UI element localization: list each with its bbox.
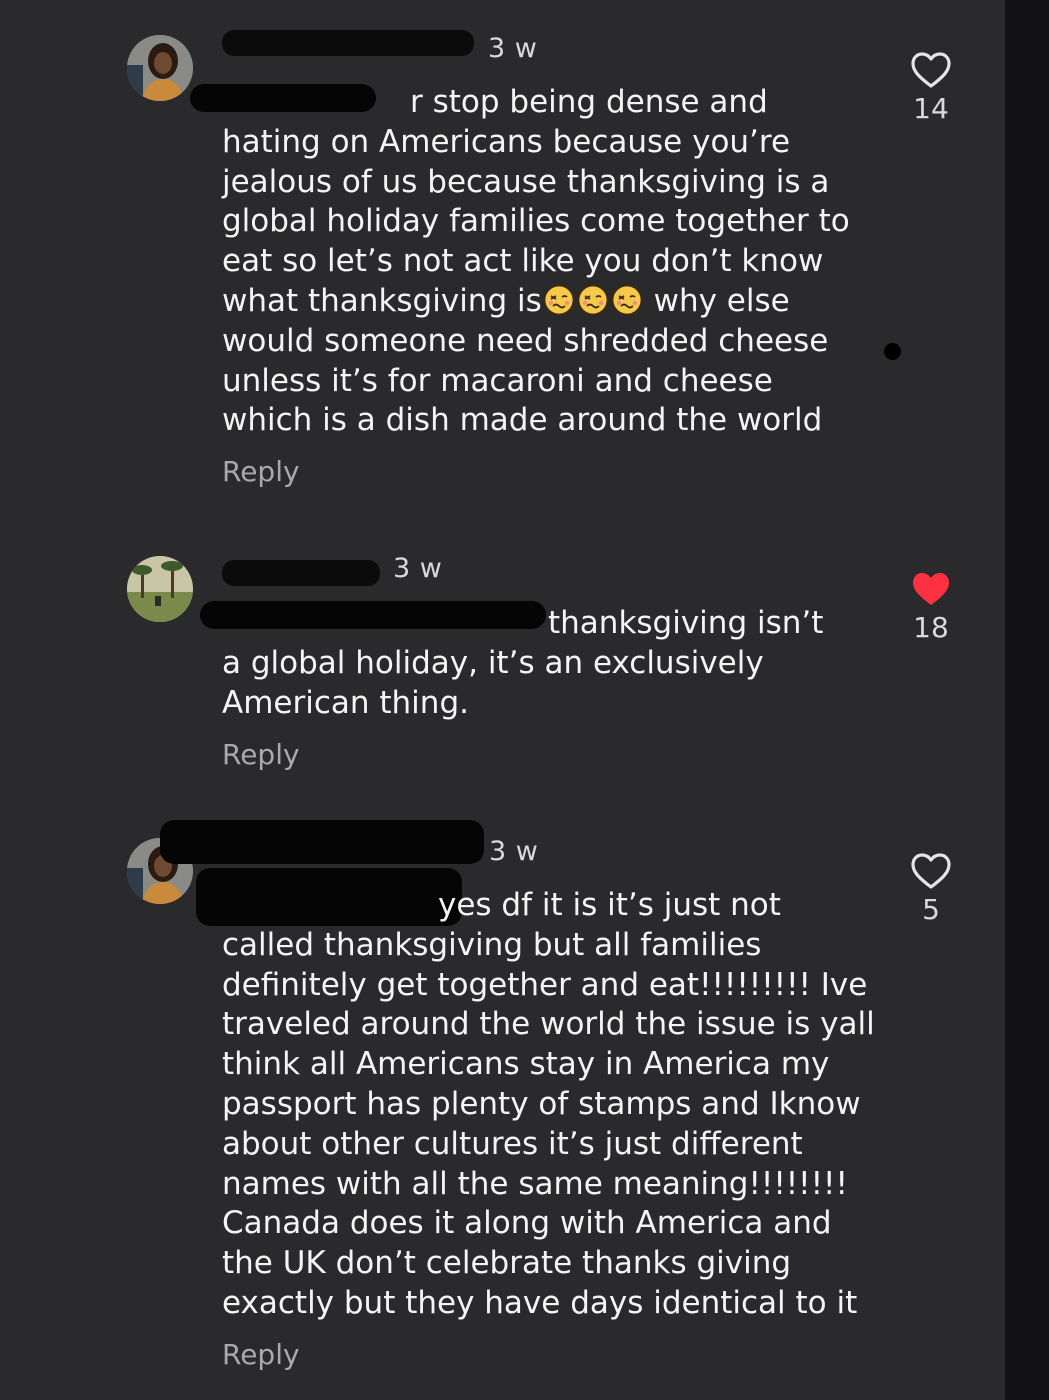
reply-button[interactable]: Reply bbox=[222, 1338, 300, 1371]
username-redacted[interactable] bbox=[160, 820, 484, 864]
comment-3: 3 w yes df it is it’s just not called th… bbox=[0, 0, 1000, 1400]
side-strip bbox=[1005, 0, 1049, 1400]
like-count: 5 bbox=[922, 893, 940, 926]
timestamp: 3 w bbox=[489, 836, 539, 867]
heart-outline-icon bbox=[911, 853, 951, 889]
like-button[interactable]: 5 bbox=[908, 851, 954, 926]
comment-text: yes df it is it’s just not called thanks… bbox=[222, 887, 875, 1321]
